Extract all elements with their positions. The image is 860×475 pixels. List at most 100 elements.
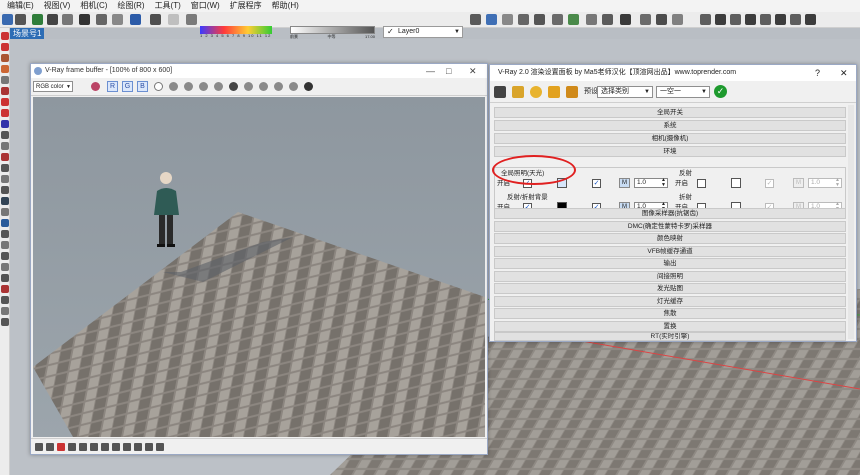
clear-image-icon[interactable] (214, 82, 223, 91)
drawing-tool-icon[interactable] (1, 142, 9, 150)
vray-tool-icon[interactable] (805, 14, 816, 25)
history-icon[interactable] (274, 82, 283, 91)
section-header[interactable]: 系统 (494, 120, 846, 131)
drawing-tool-icon[interactable] (1, 186, 9, 194)
wireframe-icon[interactable] (586, 14, 597, 25)
layer-dropdown[interactable]: ✓ Layer0 ▼ (383, 26, 463, 38)
drawing-tool-icon[interactable] (1, 307, 9, 315)
drawing-tool-icon[interactable] (1, 274, 9, 282)
ab-compare-icon[interactable] (134, 443, 142, 451)
help-button[interactable]: ? (815, 65, 820, 81)
track-mouse-icon[interactable] (244, 82, 253, 91)
menu-item[interactable]: 帮助(H) (267, 0, 304, 12)
right-view-icon[interactable] (518, 14, 529, 25)
drawing-tool-icon[interactable] (1, 43, 9, 51)
save-image-icon[interactable] (184, 82, 193, 91)
orbit-icon[interactable] (130, 14, 141, 25)
gi-override-checkbox[interactable]: ✓ (592, 179, 601, 188)
maximize-button[interactable]: □ (446, 64, 451, 78)
lut-icon[interactable] (79, 443, 87, 451)
history-panel-icon[interactable] (112, 443, 120, 451)
color-picker-icon[interactable] (91, 82, 100, 91)
lock-icon[interactable] (156, 443, 164, 451)
drawing-tool-icon[interactable] (1, 241, 9, 249)
section-header[interactable]: 颜色映射 (494, 233, 846, 244)
drawing-tool-icon[interactable] (1, 285, 9, 293)
menu-item[interactable]: 编辑(E) (2, 0, 39, 12)
xray-icon[interactable] (568, 14, 579, 25)
section-header[interactable]: VFB帧缓存通道 (494, 245, 846, 257)
apply-check-icon[interactable]: ✓ (714, 85, 727, 98)
defaults-icon[interactable] (530, 86, 542, 98)
undo-icon[interactable] (47, 14, 58, 25)
drawing-tool-icon[interactable] (1, 230, 9, 238)
save-icon[interactable] (494, 86, 506, 98)
redo-icon[interactable] (62, 14, 73, 25)
section-icon[interactable] (672, 14, 683, 25)
close-button[interactable]: ✕ (469, 64, 477, 78)
gi-multiplier-input[interactable]: 1.0 ▲ ▼ (634, 178, 668, 188)
load-image-icon[interactable] (199, 82, 208, 91)
drawing-tool-icon[interactable] (1, 296, 9, 304)
settings-icon[interactable] (145, 443, 153, 451)
print-icon[interactable] (79, 14, 90, 25)
menu-item[interactable]: 相机(C) (75, 0, 112, 12)
preset-value-dropdown[interactable]: 一空一 ▼ (656, 86, 710, 98)
vray-tool-icon[interactable] (700, 14, 711, 25)
shaded-icon[interactable] (620, 14, 631, 25)
drawing-tool-icon[interactable] (1, 263, 9, 271)
compare-icon[interactable] (123, 443, 131, 451)
hidden-line-icon[interactable] (602, 14, 613, 25)
drawing-tool-icon[interactable] (1, 98, 9, 106)
vray-tool-icon[interactable] (775, 14, 786, 25)
section-header[interactable]: DMC(确定性蒙特卡罗)采样器 (494, 220, 846, 232)
model-info-icon[interactable] (96, 14, 107, 25)
alpha-channel-icon[interactable] (154, 82, 163, 91)
levels-icon[interactable] (57, 443, 65, 451)
section-header[interactable]: 输出 (494, 258, 846, 269)
vray-tool-icon[interactable] (790, 14, 801, 25)
section-rt-engine[interactable]: RT(实时引擎) (494, 332, 846, 341)
top-view-icon[interactable] (486, 14, 497, 25)
left-view-icon[interactable] (552, 14, 563, 25)
import-icon[interactable] (566, 86, 578, 98)
blue-channel-button[interactable]: B (137, 81, 148, 92)
back-view-icon[interactable] (534, 14, 545, 25)
drawing-tool-icon[interactable] (1, 164, 9, 172)
drawing-tool-icon[interactable] (1, 131, 9, 139)
section-header[interactable]: 灯光缓存 (494, 295, 846, 307)
pixel-info-icon[interactable] (101, 443, 109, 451)
section-header[interactable]: 相机(摄像机) (494, 133, 846, 144)
menu-item[interactable]: 工具(T) (150, 0, 186, 12)
exposure-icon[interactable] (46, 443, 54, 451)
section-header[interactable]: 发光贴图 (494, 283, 846, 294)
render-last-icon[interactable] (229, 82, 238, 91)
drawing-tool-icon[interactable] (1, 65, 9, 73)
region-render-icon[interactable] (259, 82, 268, 91)
menu-item[interactable]: 窗口(W) (186, 0, 225, 12)
section-header[interactable]: 焦散 (494, 308, 846, 319)
drawing-tool-icon[interactable] (1, 175, 9, 183)
drawing-tool-icon[interactable] (1, 153, 9, 161)
monochrome-icon[interactable] (656, 14, 667, 25)
vray-tool-icon[interactable] (730, 14, 741, 25)
reflection-multiplier-input[interactable]: 1.0 ▲ ▼ (808, 178, 842, 188)
zoom-extents-icon[interactable] (186, 14, 197, 25)
vray-tool-icon[interactable] (745, 14, 756, 25)
reflection-on-checkbox[interactable] (697, 179, 706, 188)
drawing-tool-icon[interactable] (1, 318, 9, 326)
drawing-tool-icon[interactable] (1, 32, 9, 40)
mono-channel-icon[interactable] (169, 82, 178, 91)
textured-icon[interactable] (640, 14, 651, 25)
close-button[interactable]: ✕ (840, 65, 848, 81)
gi-map-button[interactable]: M (619, 178, 630, 188)
reflection-override-checkbox[interactable]: ✓ (765, 179, 774, 188)
zoom-icon[interactable] (168, 14, 179, 25)
section-header[interactable]: 图像采样器(抗锯齿) (494, 208, 846, 219)
lens-effects-icon[interactable] (289, 82, 298, 91)
panel-scrollbar[interactable] (848, 105, 854, 339)
drawing-tool-icon[interactable] (1, 87, 9, 95)
section-header[interactable]: 间接照明 (494, 270, 846, 282)
vray-tool-icon[interactable] (715, 14, 726, 25)
vray-tool-icon[interactable] (760, 14, 771, 25)
